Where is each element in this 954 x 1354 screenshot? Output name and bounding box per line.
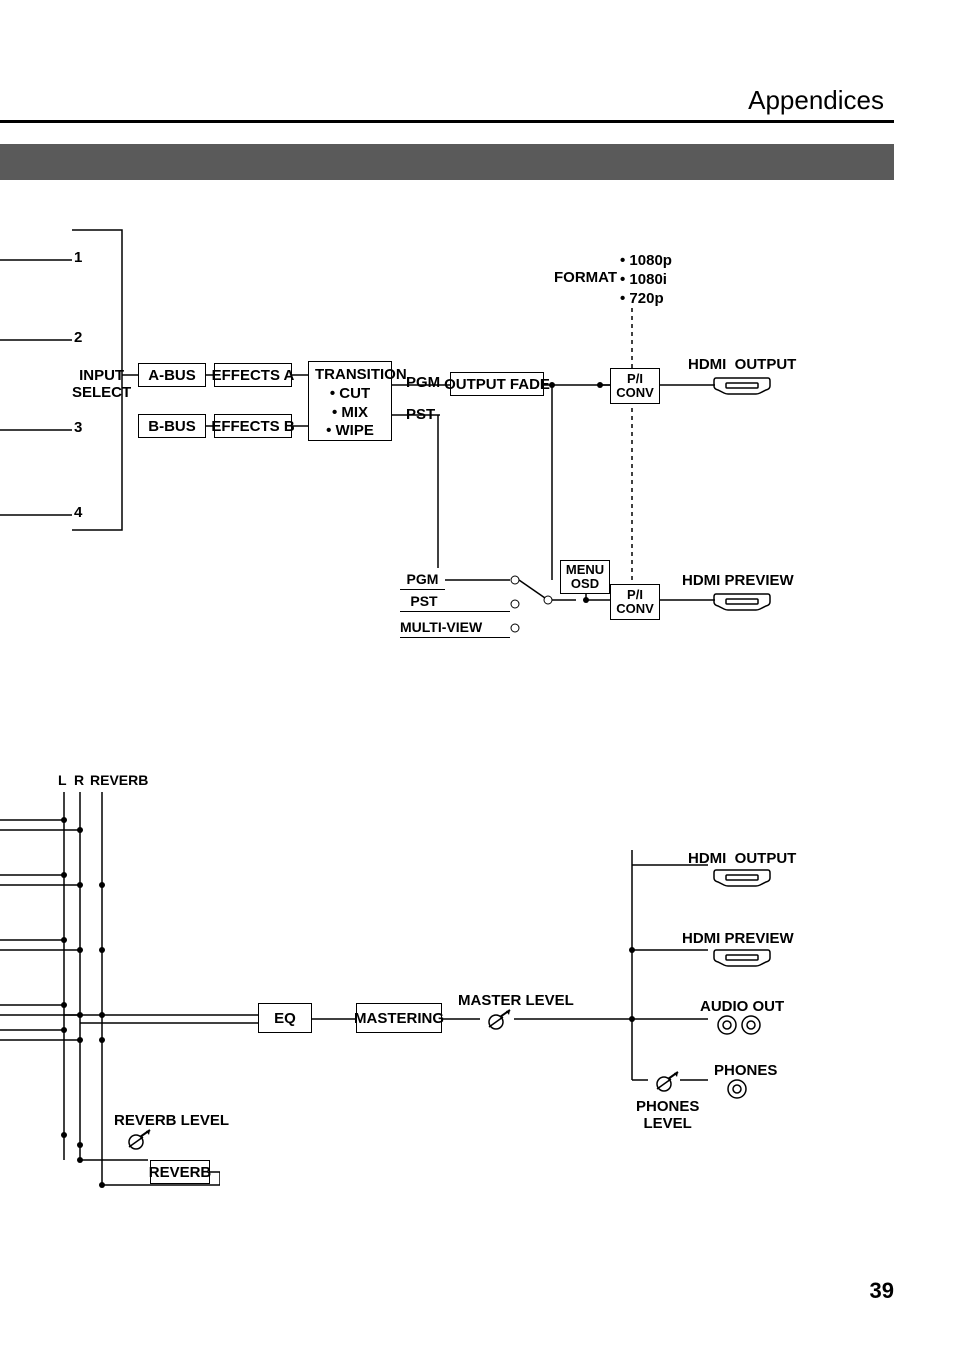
- sel-pst: PST: [400, 590, 510, 612]
- audio-wires: [0, 760, 954, 1280]
- menu-osd-box: MENU OSD: [560, 560, 610, 594]
- phones-level-knob-icon: [648, 1070, 684, 1092]
- bus-r-label: R: [74, 772, 84, 788]
- input-3-label: 3: [74, 419, 82, 436]
- mastering-box: MASTERING: [356, 1003, 442, 1033]
- input-1-label: 1: [74, 249, 82, 266]
- sel-multiview: MULTI-VIEW: [400, 616, 510, 638]
- audio-out-label: AUDIO OUT: [700, 998, 784, 1015]
- phones-label: PHONES: [714, 1062, 777, 1079]
- pi-conv-1-box: P/I CONV: [610, 368, 660, 404]
- format-label: FORMAT: [554, 269, 617, 286]
- format-options: • 1080p • 1080i • 720p: [620, 252, 672, 308]
- bus-reverb-label: REVERB: [90, 772, 148, 788]
- phones-level-label: PHONES LEVEL: [636, 1098, 699, 1133]
- reverb-return-wires: [60, 1130, 220, 1190]
- audio-hdmi-output-icon: [712, 866, 772, 890]
- audio-hdmi-preview-icon: [712, 946, 772, 970]
- output-fade-box: OUTPUT FADE: [450, 372, 544, 396]
- pst-label: PST: [406, 406, 435, 423]
- eq-box: EQ: [258, 1003, 312, 1033]
- hdmi-output-icon: [712, 374, 772, 398]
- master-level-label: MASTER LEVEL: [458, 992, 574, 1009]
- phones-jack-icon: [726, 1078, 748, 1100]
- page-number: 39: [870, 1278, 894, 1304]
- pi-conv-2-box: P/I CONV: [610, 584, 660, 620]
- input-4-label: 4: [74, 504, 82, 521]
- master-level-knob-icon: [480, 1008, 516, 1030]
- audio-hdmi-output-label: HDMI OUTPUT: [688, 850, 796, 867]
- audio-out-jacks-icon: [716, 1014, 766, 1036]
- b-bus-box: B-BUS: [138, 414, 206, 438]
- pgm-label: PGM: [406, 374, 440, 391]
- input-select-label: INPUT SELECT: [72, 367, 131, 402]
- transition-box: TRANSITION • CUT • MIX • WIPE: [308, 361, 392, 441]
- input-2-label: 2: [74, 329, 82, 346]
- bus-l-label: L: [58, 772, 67, 788]
- hdmi-output-label: HDMI OUTPUT: [688, 356, 796, 373]
- hdmi-preview-icon: [712, 590, 772, 614]
- hdmi-preview-label: HDMI PREVIEW: [682, 572, 794, 589]
- sel-pgm: PGM: [400, 568, 445, 590]
- reverb-level-label: REVERB LEVEL: [114, 1112, 229, 1129]
- effects-b-box: EFFECTS B: [214, 414, 292, 438]
- audio-hdmi-preview-label: HDMI PREVIEW: [682, 930, 794, 947]
- effects-a-box: EFFECTS A: [214, 363, 292, 387]
- a-bus-box: A-BUS: [138, 363, 206, 387]
